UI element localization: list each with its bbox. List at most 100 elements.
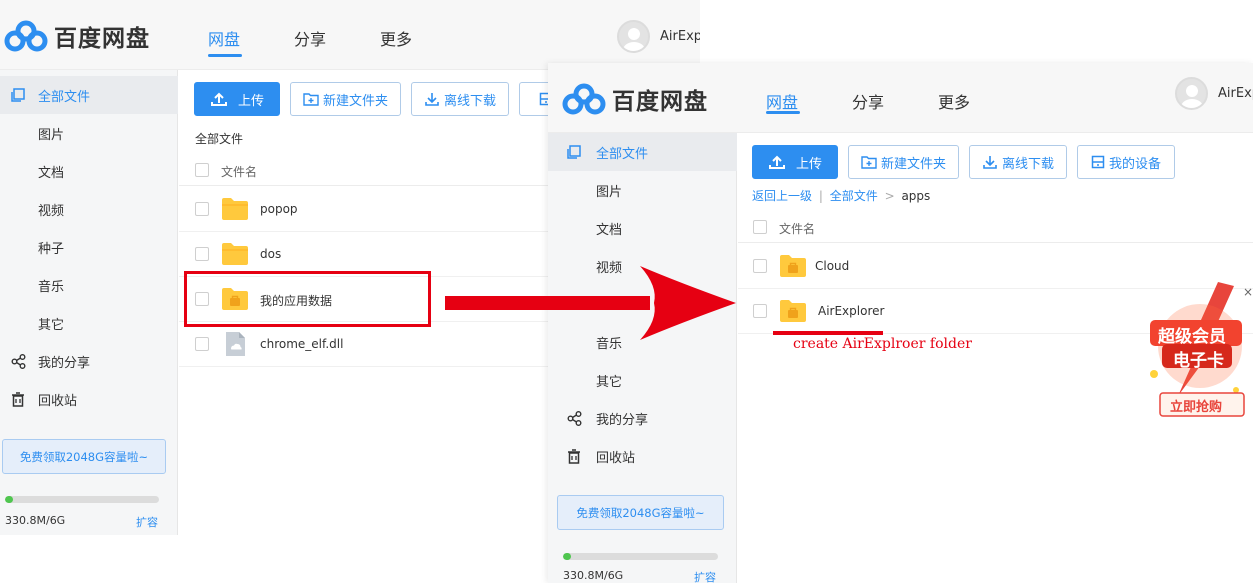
nav-share[interactable]: 分享 <box>294 26 326 50</box>
file-name[interactable]: popop <box>260 202 298 216</box>
sidebar-item-other[interactable]: 其它 <box>548 361 726 399</box>
column-filename[interactable]: 文件名 <box>221 163 257 180</box>
breadcrumb-back-link[interactable]: 返回上一级 <box>752 189 812 203</box>
upload-label: 上传 <box>237 93 264 109</box>
ad-cta-button[interactable]: 立即抢购 <box>1170 396 1222 415</box>
sidebar-item-documents[interactable]: 文档 <box>0 152 178 190</box>
trash-icon <box>10 391 26 407</box>
breadcrumb-root-link[interactable]: 全部文件 <box>830 189 878 203</box>
upload-button[interactable]: 上传 <box>194 82 280 116</box>
files-icon <box>566 144 582 160</box>
expand-storage-link[interactable]: 扩容 <box>694 569 716 583</box>
file-name[interactable]: dos <box>260 247 281 261</box>
my-devices-label: 我的设备 <box>1108 156 1161 172</box>
nav-share[interactable]: 分享 <box>852 89 884 113</box>
row-checkbox[interactable] <box>195 202 209 216</box>
breadcrumb-divider: | <box>818 189 823 203</box>
sidebar-item-recycle-bin[interactable]: 回收站 <box>548 437 726 475</box>
breadcrumb-separator: > <box>884 189 895 203</box>
free-storage-promo-button[interactable]: 免费领取2048G容量啦~ <box>557 495 724 530</box>
sidebar-item-images[interactable]: 图片 <box>0 114 178 152</box>
sidebar-item-label: 种子 <box>38 241 65 257</box>
close-icon[interactable]: × <box>1243 285 1253 299</box>
annotation-text: create AirExplroer folder <box>793 336 972 352</box>
file-name[interactable]: Cloud <box>815 259 849 273</box>
baidu-cloud-logo-icon <box>4 20 48 52</box>
row-checkbox[interactable] <box>753 259 767 273</box>
file-name[interactable]: AirExplorer <box>818 304 884 318</box>
ad-title-line1: 超级会员 <box>1158 327 1226 347</box>
sidebar-item-recycle-bin[interactable]: 回收站 <box>0 380 178 418</box>
brand-name: 百度网盘 <box>54 26 150 52</box>
new-folder-icon <box>861 156 877 169</box>
sidebar-item-label: 全部文件 <box>38 89 91 105</box>
file-name[interactable]: chrome_elf.dll <box>260 337 343 351</box>
sidebar-item-music[interactable]: 音乐 <box>0 266 178 304</box>
sidebar-item-label: 全部文件 <box>596 146 649 162</box>
select-all-checkbox[interactable] <box>753 220 767 234</box>
ad-title-line2: 电子卡 <box>1173 351 1224 371</box>
nav-more[interactable]: 更多 <box>380 26 412 50</box>
brand-name: 百度网盘 <box>612 89 708 115</box>
red-arrow-icon <box>445 266 736 340</box>
sidebar-item-label: 视频 <box>38 203 65 219</box>
storage-quota-fill <box>5 496 13 503</box>
sidebar-item-torrents[interactable]: 种子 <box>0 228 178 266</box>
file-list-header: 文件名 <box>738 213 1253 243</box>
expand-storage-link[interactable]: 扩容 <box>136 514 158 530</box>
row-checkbox[interactable] <box>753 304 767 318</box>
sidebar-item-my-share[interactable]: 我的分享 <box>0 342 178 380</box>
sidebar-item-images[interactable]: 图片 <box>548 171 726 209</box>
sidebar-item-label: 文档 <box>596 222 623 238</box>
sidebar-item-label: 图片 <box>38 127 65 143</box>
folder-icon <box>222 243 248 265</box>
super-vip-ad-banner[interactable]: 超级会员 电子卡 立即抢购 <box>1140 280 1253 420</box>
download-icon <box>425 93 439 106</box>
sidebar-item-other[interactable]: 其它 <box>0 304 178 342</box>
offline-download-label: 离线下载 <box>443 93 496 109</box>
brand-logo[interactable]: 百度网盘 <box>562 83 708 115</box>
device-icon <box>1091 155 1105 169</box>
sidebar-item-all-files[interactable]: 全部文件 <box>548 133 737 171</box>
row-checkbox[interactable] <box>195 337 209 351</box>
nav-netdisk[interactable]: 网盘 <box>208 26 240 50</box>
free-storage-promo-button[interactable]: 免费领取2048G容量啦~ <box>2 439 166 474</box>
my-devices-button[interactable]: 我的设备 <box>1077 145 1175 179</box>
sidebar: 全部文件 图片 文档 视频 音乐 其它 我的分享 回收站 免费领取2048G容量… <box>548 133 737 583</box>
share-icon <box>566 410 582 426</box>
folder-icon <box>222 198 248 220</box>
brand-logo[interactable]: 百度网盘 <box>4 20 150 52</box>
breadcrumb-current: 全部文件 <box>195 132 244 146</box>
column-filename[interactable]: 文件名 <box>779 220 815 237</box>
breadcrumb: 全部文件 <box>195 130 243 147</box>
sidebar-item-label: 文档 <box>38 165 65 181</box>
app-folder-icon <box>780 255 806 277</box>
offline-download-button[interactable]: 离线下载 <box>411 82 509 116</box>
new-folder-button[interactable]: 新建文件夹 <box>848 145 959 179</box>
upload-button[interactable]: 上传 <box>752 145 838 179</box>
sidebar-item-label: 其它 <box>596 374 623 390</box>
nav-more[interactable]: 更多 <box>938 89 970 113</box>
breadcrumb-current: apps <box>901 189 931 203</box>
highlight-box <box>184 271 431 327</box>
file-icon <box>226 332 245 356</box>
sidebar-item-videos[interactable]: 视频 <box>0 190 178 228</box>
new-folder-button[interactable]: 新建文件夹 <box>290 82 401 116</box>
select-all-checkbox[interactable] <box>195 163 209 177</box>
sidebar-item-all-files[interactable]: 全部文件 <box>0 76 178 114</box>
sidebar-item-my-share[interactable]: 我的分享 <box>548 399 726 437</box>
user-menu[interactable]: AirExpl <box>617 20 700 53</box>
avatar <box>1175 77 1208 110</box>
files-icon <box>10 87 26 103</box>
new-folder-label: 新建文件夹 <box>880 156 946 172</box>
user-menu[interactable]: AirExp <box>1175 77 1253 110</box>
sidebar-item-documents[interactable]: 文档 <box>548 209 726 247</box>
row-checkbox[interactable] <box>195 247 209 261</box>
share-icon <box>10 353 26 369</box>
nav-netdisk[interactable]: 网盘 <box>766 89 798 113</box>
app-folder-icon <box>780 300 806 322</box>
breadcrumb: 返回上一级 | 全部文件 > apps <box>752 187 930 204</box>
top-bar: 百度网盘 网盘 分享 更多 AirExpl <box>0 0 700 70</box>
offline-download-button[interactable]: 离线下载 <box>969 145 1067 179</box>
offline-download-label: 离线下载 <box>1001 156 1054 172</box>
